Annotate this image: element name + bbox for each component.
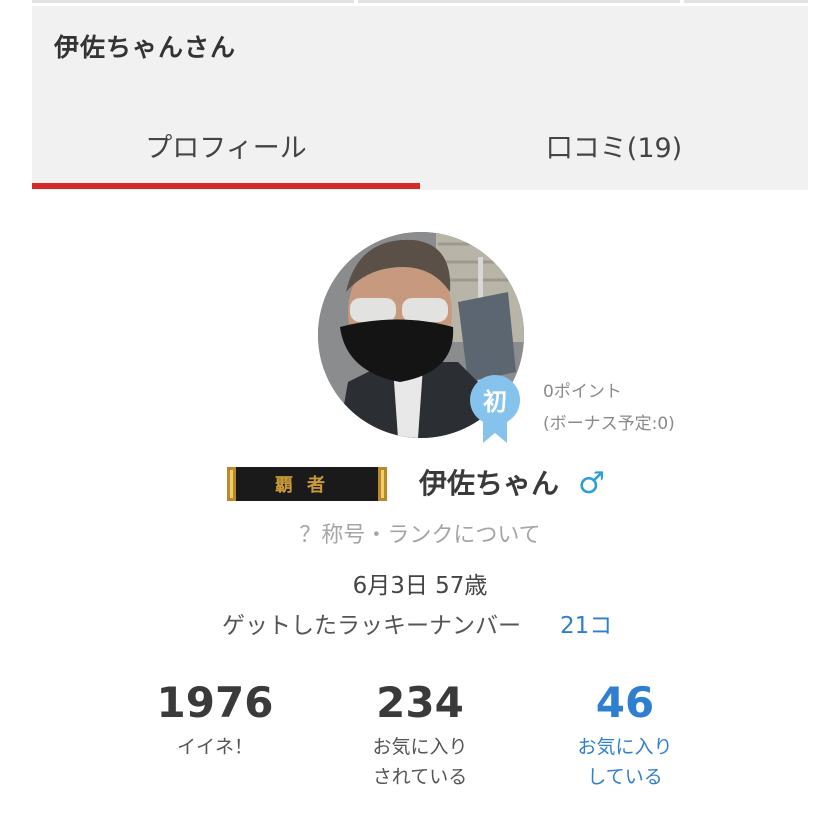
male-gender-icon: ♂ <box>578 466 605 501</box>
beginner-badge-icon: 初 <box>470 375 520 443</box>
top-strip-segment <box>358 0 680 3</box>
stat-label-line2: している <box>587 766 663 788</box>
badge-label: 初 <box>483 388 507 416</box>
profile-header: 伊佐ちゃんさん プロフィール 口コミ(19) <box>32 6 808 190</box>
stat-value: 46 <box>595 678 655 727</box>
stat-likes: 1976 イイネ！ <box>115 676 315 762</box>
top-strip-segment <box>32 0 354 3</box>
rank-info-link[interactable]: ？称号・ランクについて <box>0 517 840 549</box>
stat-label-line2: されている <box>372 766 468 788</box>
rank-title-plate: 覇者 <box>227 467 387 501</box>
username: 伊佐ちゃん <box>419 467 560 500</box>
page-title: 伊佐ちゃんさん <box>54 33 237 62</box>
lucky-number-count-link[interactable]: 21コ <box>560 606 612 640</box>
active-tab-indicator <box>32 183 420 189</box>
rank-title-text: 覇者 <box>275 475 339 496</box>
stat-label-line1: お気に入り <box>577 736 673 758</box>
birthday-age: 6月3日 57歳 <box>352 573 488 599</box>
lucky-number-label: ゲットしたラッキーナンバー <box>222 613 521 639</box>
stat-favoriting-link[interactable]: 46 お気に入り している <box>525 676 725 792</box>
stat-label: イイネ！ <box>176 736 253 758</box>
stat-label-line1: お気に入り <box>372 736 468 758</box>
bonus-points: (ボーナス予定:0) <box>543 414 675 434</box>
stat-value: 1976 <box>156 678 274 727</box>
tab-profile[interactable]: プロフィール <box>32 106 420 184</box>
stat-value: 234 <box>376 678 464 727</box>
tab-reviews[interactable]: 口コミ(19) <box>420 106 808 184</box>
points-info: 0ポイント (ボーナス予定:0) <box>543 376 675 440</box>
top-strip-segment <box>684 0 808 3</box>
points-value: 0ポイント <box>543 382 622 402</box>
stat-favorited-by: 234 お気に入り されている <box>320 676 520 792</box>
